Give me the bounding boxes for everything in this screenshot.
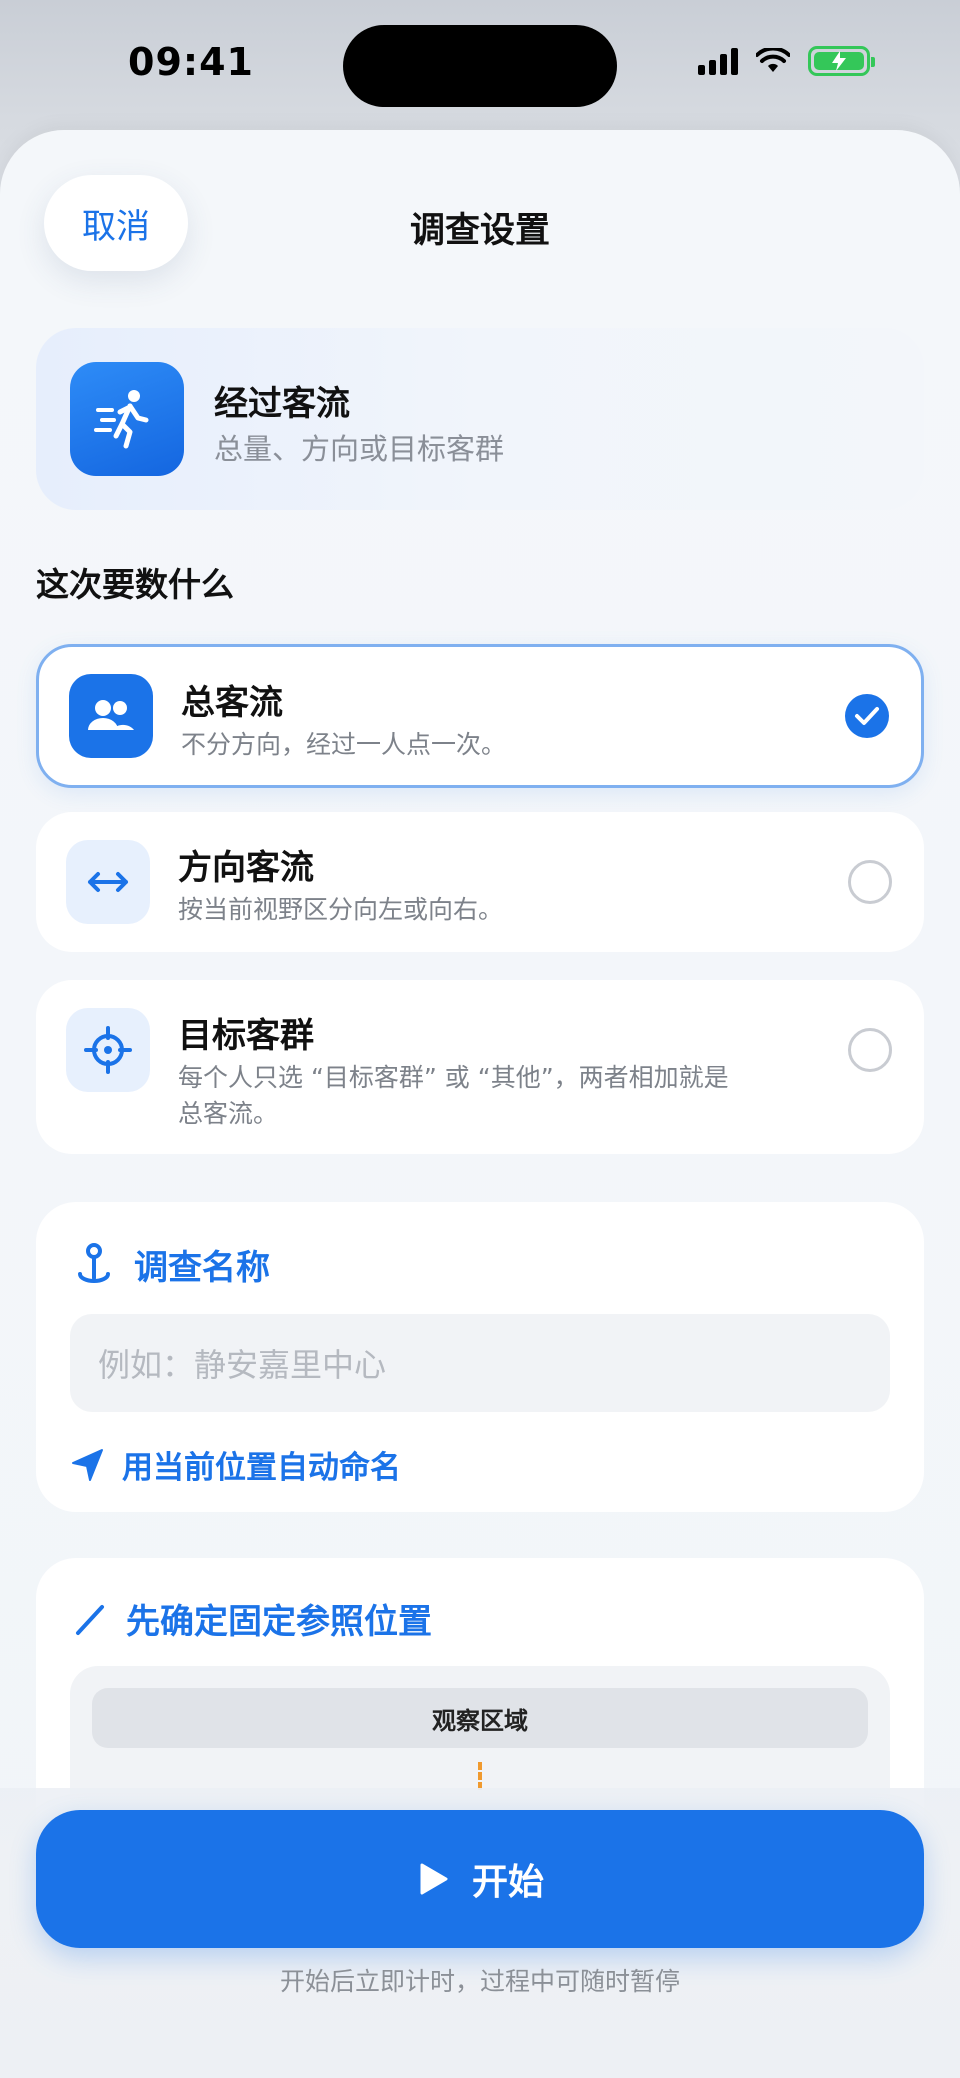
status-icons xyxy=(698,46,875,76)
pencil-line-icon xyxy=(76,1604,104,1635)
survey-type-title: 经过客流 xyxy=(214,384,350,424)
option-desc: 按当前视野区分向左或向右。 xyxy=(178,895,504,924)
option-target-group[interactable]: 目标客群 每个人只选 “目标客群” 或 “其他”，两者相加就是总客流。 xyxy=(36,980,924,1154)
start-label: 开始 xyxy=(471,1862,544,1903)
reference-header: 先确定固定参照位置 xyxy=(72,1594,432,1643)
survey-name-input[interactable]: 例如：静安嘉里中心 xyxy=(70,1314,890,1412)
survey-name-header: 调查名称 xyxy=(72,1240,270,1289)
option-title: 方向客流 xyxy=(178,848,314,888)
option-desc: 不分方向，经过一人点一次。 xyxy=(181,730,507,759)
reference-marker-line xyxy=(478,1762,482,1790)
option-title: 目标客群 xyxy=(178,1016,314,1056)
walking-person-icon xyxy=(70,362,184,476)
crosshair-icon xyxy=(66,1008,150,1092)
option-title: 总客流 xyxy=(181,683,283,723)
auto-name-label: 用当前位置自动命名 xyxy=(122,1450,401,1486)
survey-name-title: 调查名称 xyxy=(134,1248,270,1288)
observation-zone: 观察区域 xyxy=(92,1688,868,1748)
start-button[interactable]: 开始 xyxy=(36,1810,924,1948)
survey-name-card: 调查名称 例如：静安嘉里中心 用当前位置自动命名 xyxy=(36,1202,924,1512)
dynamic-island xyxy=(343,25,617,107)
start-hint: 开始后立即计时，过程中可随时暂停 xyxy=(279,1967,680,1996)
people-icon xyxy=(69,674,153,758)
survey-type-subtitle: 总量、方向或目标客群 xyxy=(214,432,505,466)
option-total-flow[interactable]: 总客流 不分方向，经过一人点一次。 xyxy=(36,644,924,788)
radio-unchecked-icon[interactable] xyxy=(848,1028,892,1072)
count-section-label: 这次要数什么 xyxy=(36,565,234,604)
left-right-arrow-icon xyxy=(66,840,150,924)
radio-unchecked-icon[interactable] xyxy=(848,860,892,904)
radio-checked-icon[interactable] xyxy=(845,694,889,738)
status-bar: 09:41 xyxy=(0,0,960,130)
cellular-signal-icon xyxy=(698,47,738,75)
battery-icon xyxy=(808,46,875,76)
survey-type-card: 经过客流 总量、方向或目标客群 xyxy=(36,328,924,510)
auto-name-button[interactable]: 用当前位置自动命名 xyxy=(70,1442,401,1487)
status-time: 09:41 xyxy=(128,40,254,84)
location-arrow-icon xyxy=(72,1448,103,1481)
settings-sheet: 取消 调查设置 经过客流 总量、方向或目标客群 这次要数什么 总客流 不分方向，… xyxy=(0,130,960,2078)
location-pin-icon xyxy=(78,1242,110,1283)
option-direction-flow[interactable]: 方向客流 按当前视野区分向左或向右。 xyxy=(36,812,924,952)
page-title: 调查设置 xyxy=(409,211,550,251)
reference-title: 先确定固定参照位置 xyxy=(126,1602,432,1642)
wifi-icon xyxy=(756,48,790,72)
option-desc: 每个人只选 “目标客群” 或 “其他”，两者相加就是总客流。 xyxy=(178,1063,729,1128)
play-icon xyxy=(420,1863,448,1895)
